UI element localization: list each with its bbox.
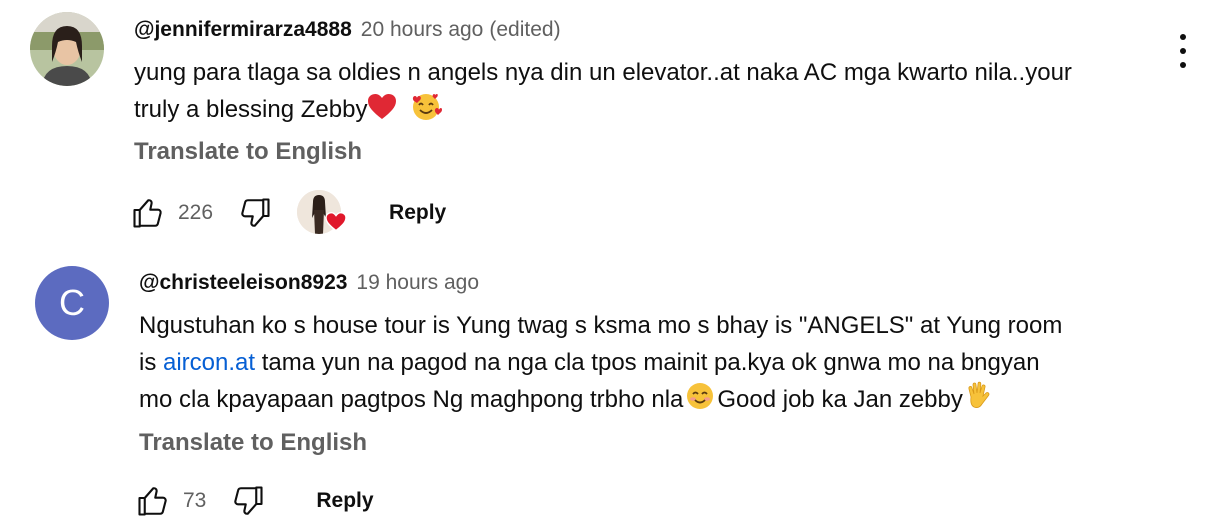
comment-thread: C @christeeleison8923 19 hours ago Ngust… — [0, 0, 1217, 516]
comment-text: is — [139, 349, 163, 376]
author-handle[interactable]: @christeeleison8923 — [139, 271, 347, 295]
avatar[interactable]: C — [35, 266, 109, 340]
waving-hand-icon — [965, 381, 993, 422]
thumbs-up-icon[interactable] — [135, 483, 171, 519]
translate-button[interactable]: Translate to English — [139, 429, 367, 457]
comment-link[interactable]: aircon.at — [163, 349, 255, 376]
avatar-letter: C — [35, 266, 109, 340]
comment-actions: 73 Reply — [135, 478, 374, 524]
reply-button[interactable]: Reply — [316, 489, 373, 513]
comment-text: Good job ka Jan zebby — [717, 386, 963, 413]
comment-line: is aircon.at tama yun na pagod na nga cl… — [139, 344, 1062, 381]
like-count: 73 — [183, 489, 207, 512]
comment-time[interactable]: 19 hours ago — [356, 271, 479, 295]
comment-line: mo cla kpayapaan pagtpos Ng maghpong trb… — [139, 381, 1062, 422]
comment-header: @christeeleison8923 19 hours ago — [139, 271, 479, 295]
comment-text: tama yun na pagod na nga cla tpos mainit… — [255, 349, 1040, 376]
thumbs-down-icon[interactable] — [230, 483, 266, 519]
comment-body: Ngustuhan ko s house tour is Yung twag s… — [139, 307, 1062, 422]
comment-text: mo cla kpayapaan pagtpos Ng maghpong trb… — [139, 386, 684, 413]
comment-line: Ngustuhan ko s house tour is Yung twag s… — [139, 312, 1063, 339]
smiling-face-icon — [685, 381, 715, 422]
